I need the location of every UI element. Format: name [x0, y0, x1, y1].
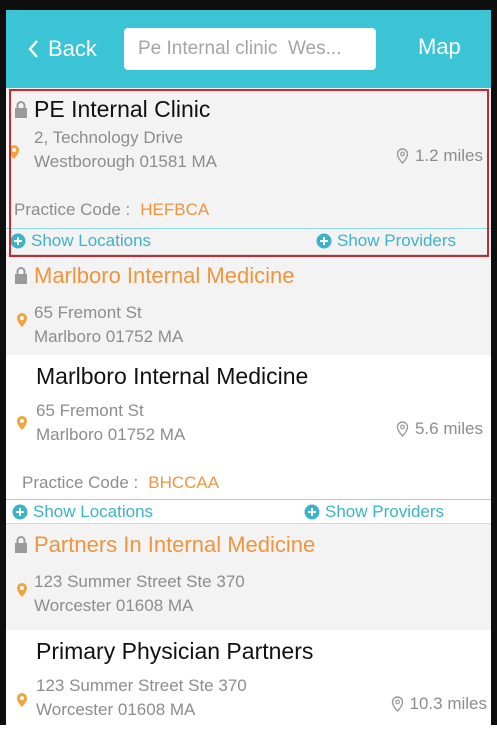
device-frame-top — [0, 0, 497, 10]
address-line-2: Westborough 01581 MA — [34, 152, 218, 171]
distance: 5.6 miles — [396, 419, 483, 439]
distance-pin-icon — [396, 421, 409, 437]
plus-circle-icon — [10, 233, 26, 249]
plus-circle-icon — [316, 233, 332, 249]
device-frame-left — [0, 0, 6, 725]
show-locations-label: Show Locations — [33, 502, 154, 521]
nav-bar: Back Map — [6, 10, 491, 88]
show-providers-label: Show Providers — [325, 502, 445, 521]
practice-card[interactable]: Marlboro Internal Medicine 65 Fremont St… — [6, 355, 491, 523]
address-line-2: Worcester 01608 MA — [36, 700, 196, 719]
address-line-1: 123 Summer Street Ste 370 — [36, 676, 247, 695]
practice-code-label: Practice Code : — [22, 473, 139, 492]
address-line-2: Worcester 01608 MA — [34, 596, 194, 615]
practice-code: HEFBCA — [140, 200, 210, 219]
show-locations-label: Show Locations — [31, 231, 152, 250]
address-line-1: 2, Technology Drive — [34, 128, 183, 147]
practice-code: BHCCAA — [148, 473, 220, 492]
chevron-left-icon — [28, 40, 38, 58]
lock-icon — [15, 536, 27, 553]
group-name: Partners In Internal Medicine — [34, 532, 316, 557]
distance-value: 5.6 miles — [414, 419, 483, 438]
address-line-2: Marlboro 01752 MA — [36, 425, 186, 444]
distance: 1.2 miles — [396, 146, 483, 166]
back-label: Back — [48, 36, 97, 61]
location-pin-icon — [17, 693, 27, 707]
lock-icon — [15, 267, 27, 284]
distance-pin-icon — [391, 696, 403, 712]
plus-circle-icon — [12, 504, 28, 520]
location-pin-icon — [17, 583, 27, 597]
practice-card[interactable]: Primary Physician Partners 123 Summer St… — [6, 630, 491, 750]
location-pin-icon — [17, 416, 27, 430]
practice-card[interactable]: PE Internal Clinic 2, Technology Drive W… — [6, 88, 491, 254]
location-pin-icon — [17, 313, 27, 327]
search-input[interactable] — [124, 28, 376, 70]
practice-name: Primary Physician Partners — [36, 638, 314, 664]
distance: 10.3 miles — [391, 694, 487, 714]
map-button[interactable]: Map — [418, 34, 461, 60]
show-locations-link[interactable]: Show Locations — [10, 231, 151, 251]
device-frame-right — [491, 0, 497, 725]
group-name: Marlboro Internal Medicine — [34, 263, 295, 288]
back-button[interactable]: Back — [28, 34, 97, 64]
practice-group-header[interactable]: Partners In Internal Medicine 123 Summer… — [6, 524, 491, 630]
lock-icon — [15, 100, 27, 118]
practice-code-row: Practice Code : BHCCAA — [22, 473, 219, 493]
practice-name: Marlboro Internal Medicine — [36, 363, 309, 389]
practice-name: PE Internal Clinic — [34, 96, 211, 122]
address-line-1: 123 Summer Street Ste 370 — [34, 572, 245, 591]
practice-group-header[interactable]: Marlboro Internal Medicine 65 Fremont St… — [6, 255, 491, 355]
practice-code-row: Practice Code : HEFBCA — [14, 200, 209, 220]
address-line-2: Marlboro 01752 MA — [34, 327, 184, 346]
show-providers-link[interactable]: Show Providers — [304, 502, 444, 522]
show-locations-link[interactable]: Show Locations — [12, 502, 153, 522]
practice-list: PE Internal Clinic 2, Technology Drive W… — [6, 88, 491, 750]
address-line-1: 65 Fremont St — [34, 303, 142, 322]
show-providers-link[interactable]: Show Providers — [316, 231, 456, 251]
address-line-1: 65 Fremont St — [36, 401, 144, 420]
location-pin-icon — [9, 145, 19, 159]
practice-code-label: Practice Code : — [14, 200, 131, 219]
plus-circle-icon — [304, 504, 320, 520]
distance-value: 10.3 miles — [409, 694, 487, 713]
show-providers-label: Show Providers — [337, 231, 457, 250]
distance-pin-icon — [396, 148, 409, 164]
distance-value: 1.2 miles — [414, 146, 483, 165]
